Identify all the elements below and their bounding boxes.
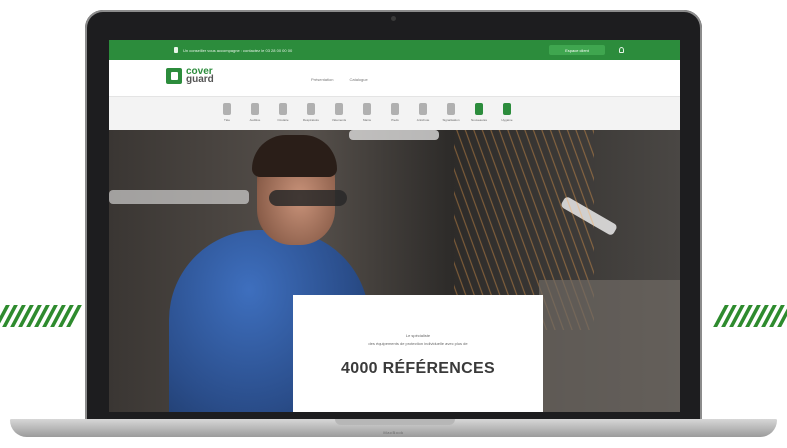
safety-glasses — [269, 190, 347, 206]
category-label: Vêtements — [331, 118, 347, 122]
promo-card: Le spécialiste des équipements de protec… — [293, 295, 543, 412]
harness-icon — [419, 103, 427, 115]
ceiling-light — [109, 190, 249, 204]
right-stripe-decoration — [713, 305, 787, 327]
category-list: Tête Auditive Oculaire Respiratoire Vête… — [217, 103, 517, 122]
ear-icon — [251, 103, 259, 115]
helmet-icon — [223, 103, 231, 115]
category-label: Hygiène — [501, 118, 513, 122]
client-area-button[interactable]: Espace client — [549, 45, 605, 55]
category-item-feet[interactable]: Pieds — [385, 103, 405, 122]
category-label: Signalisation — [442, 118, 460, 122]
star-icon — [475, 103, 483, 115]
laptop-screen: Un conseiller vous accompagne : contacte… — [109, 40, 680, 412]
bottle-icon — [503, 103, 511, 115]
category-bar: Tête Auditive Oculaire Respiratoire Vête… — [109, 96, 680, 131]
laptop-notch — [335, 419, 455, 425]
category-item-hygiene[interactable]: Hygiène — [497, 103, 517, 122]
category-label: Auditive — [249, 118, 261, 122]
sign-icon — [447, 103, 455, 115]
category-item-signage[interactable]: Signalisation — [441, 103, 461, 122]
logo-mark-icon — [166, 68, 182, 84]
site-header: cover guard Présentation Catalogue — [109, 60, 680, 96]
nav-link-presentation[interactable]: Présentation — [311, 77, 333, 82]
category-label: Pieds — [391, 118, 399, 122]
laptop-lid: Un conseiller vous accompagne : contacte… — [85, 10, 702, 422]
logo-line-2: guard — [186, 74, 214, 85]
category-label: Oculaire — [277, 118, 289, 122]
left-stripe-decoration — [0, 305, 82, 327]
promo-line-2: des équipements de protection individuel… — [368, 341, 468, 346]
camera-icon — [391, 16, 396, 21]
main-nav: Présentation Catalogue — [311, 77, 368, 82]
category-item-hearing[interactable]: Auditive — [245, 103, 265, 122]
nav-link-catalogue[interactable]: Catalogue — [349, 77, 367, 82]
glove-icon — [363, 103, 371, 115]
account-icon[interactable] — [619, 47, 624, 53]
category-label: Respiratoire — [302, 118, 320, 122]
boot-icon — [391, 103, 399, 115]
logo[interactable]: cover guard — [166, 67, 214, 85]
topbar-message: Un conseiller vous accompagne : contacte… — [183, 48, 293, 53]
category-item-clothing[interactable]: Vêtements — [329, 103, 349, 122]
category-item-hands[interactable]: Mains — [357, 103, 377, 122]
logo-text: cover guard — [186, 67, 214, 85]
jacket-icon — [335, 103, 343, 115]
worker-photo-hair — [252, 135, 337, 177]
hero-banner: Le spécialiste des équipements de protec… — [109, 130, 680, 412]
phone-icon — [174, 47, 178, 53]
category-label: Antichute — [416, 118, 430, 122]
category-item-fall[interactable]: Antichute — [413, 103, 433, 122]
mask-icon — [307, 103, 315, 115]
category-item-respiratory[interactable]: Respiratoire — [301, 103, 321, 122]
promo-headline: 4000 RÉFÉRENCES — [341, 360, 495, 377]
laptop-base-label: MacBook — [383, 430, 404, 435]
category-item-new[interactable]: Nouveautés — [469, 103, 489, 122]
ceiling-light — [349, 130, 439, 140]
category-label: Tête — [223, 118, 230, 122]
category-item-head[interactable]: Tête — [217, 103, 237, 122]
category-item-eye[interactable]: Oculaire — [273, 103, 293, 122]
top-info-bar: Un conseiller vous accompagne : contacte… — [109, 40, 680, 60]
category-label: Nouveautés — [470, 118, 487, 122]
machine-background — [539, 280, 680, 412]
category-label: Mains — [362, 118, 371, 122]
glasses-icon — [279, 103, 287, 115]
promo-line-1: Le spécialiste — [405, 333, 431, 338]
